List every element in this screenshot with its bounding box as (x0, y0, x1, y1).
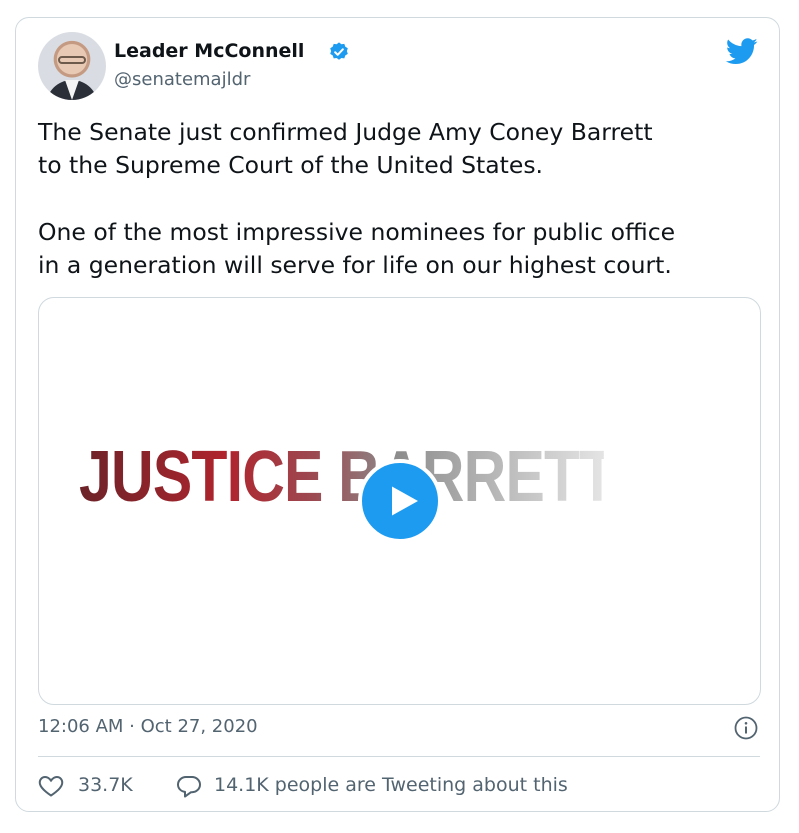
info-icon[interactable] (734, 716, 758, 740)
avatar-glasses (58, 56, 86, 64)
play-button[interactable] (358, 459, 442, 543)
reply-icon[interactable] (176, 774, 202, 798)
video-headline: JUSTICE BARRETT (79, 437, 615, 517)
tweet-line: in a generation will serve for life on o… (38, 251, 672, 279)
tweet-line: The Senate just confirmed Judge Amy Cone… (38, 118, 653, 146)
tweet-text: The Senate just confirmed Judge Amy Cone… (38, 116, 768, 282)
author-handle[interactable]: @senatemajldr (114, 69, 250, 90)
heart-icon[interactable] (38, 774, 64, 798)
tweeting-link[interactable]: 14.1K people are Tweeting about this (214, 774, 568, 796)
play-icon (392, 486, 418, 516)
tweet-line: One of the most impressive nominees for … (38, 218, 676, 246)
twitter-bird-icon[interactable] (726, 38, 758, 65)
tweet-card: Leader McConnell @senatemajldr The Senat… (15, 17, 780, 812)
tweet-line: to the Supreme Court of the United State… (38, 151, 544, 179)
divider (38, 756, 760, 757)
avatar[interactable] (38, 32, 106, 100)
verified-badge-icon (330, 42, 348, 60)
like-count[interactable]: 33.7K (78, 774, 133, 796)
author-name[interactable]: Leader McConnell (114, 40, 304, 62)
video-player[interactable]: JUSTICE BARRETT (38, 297, 761, 705)
tweet-timestamp[interactable]: 12:06 AM · Oct 27, 2020 (38, 716, 258, 737)
